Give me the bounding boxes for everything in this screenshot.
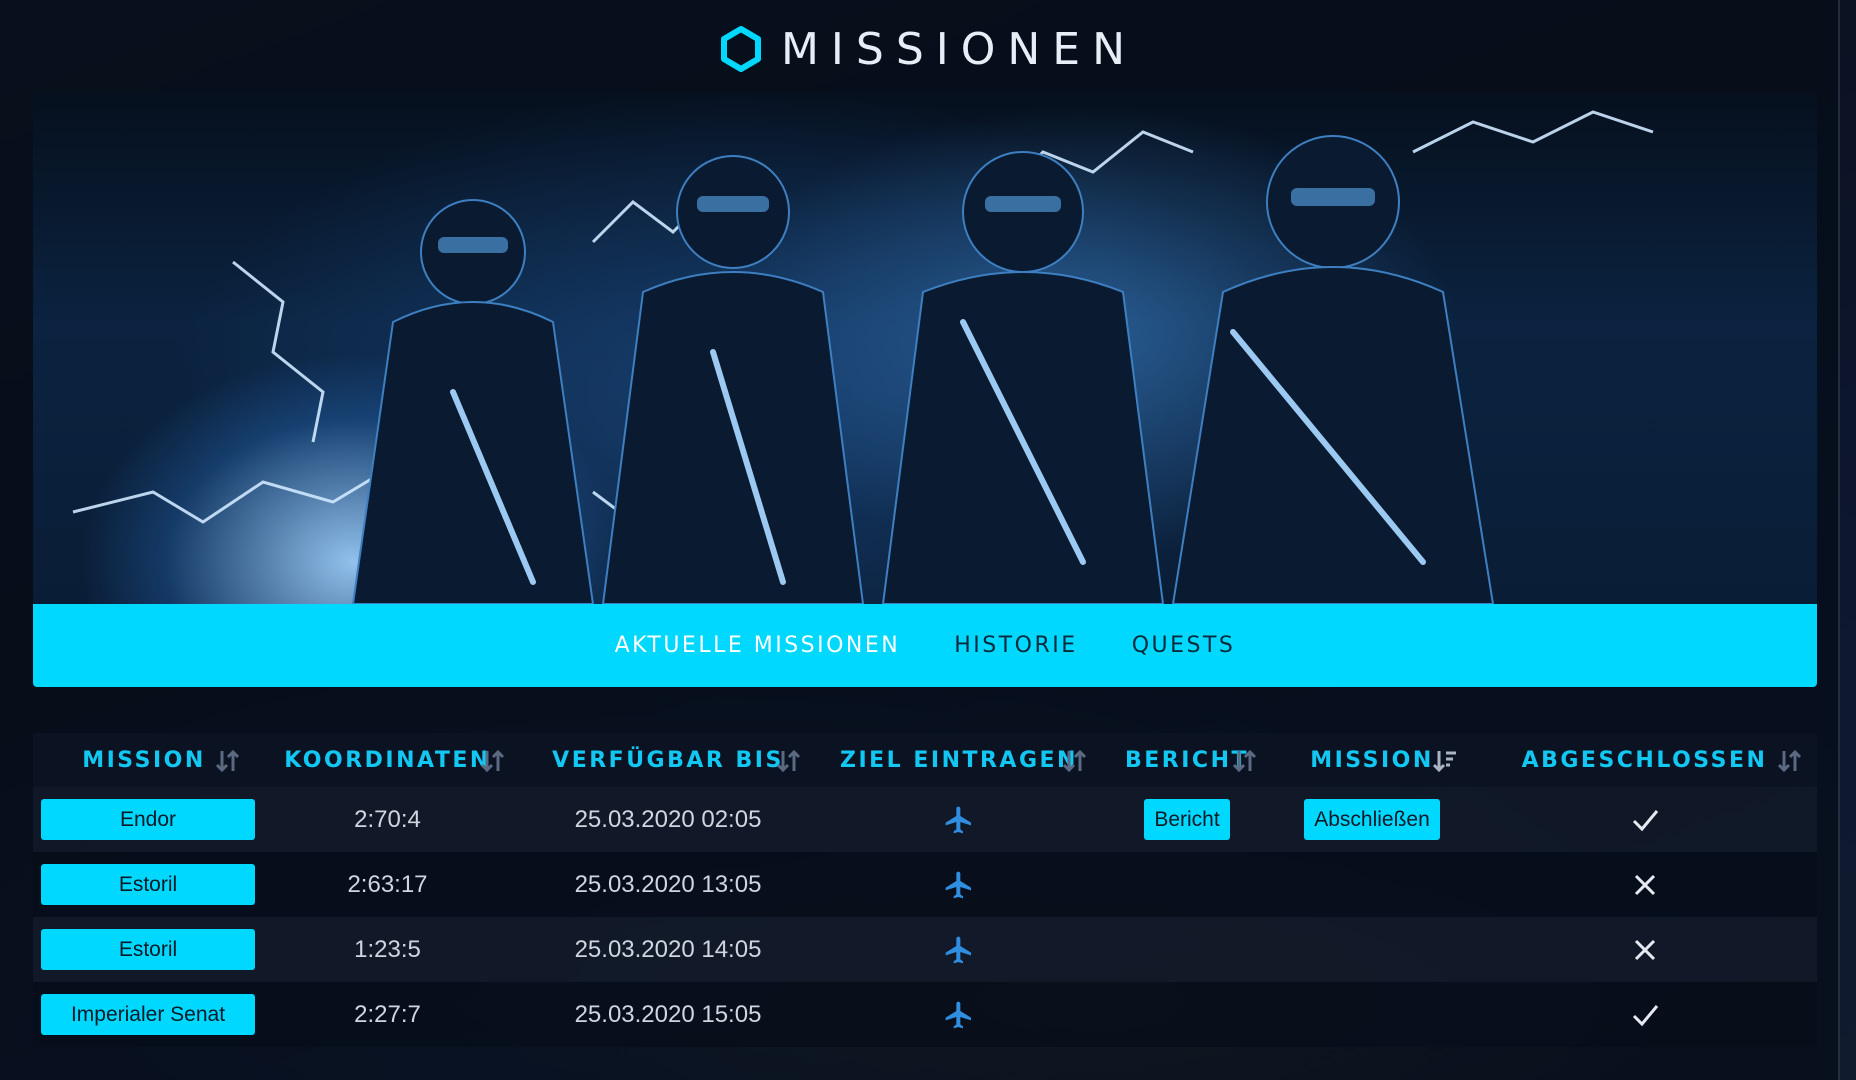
coordinates-cell: 2:70:4 — [354, 805, 421, 833]
column-label: MISSION — [82, 747, 206, 773]
column-header-mission[interactable]: MISSION — [33, 733, 255, 787]
tab-history[interactable]: HISTORIE — [954, 633, 1077, 658]
table-header: MISSION KOORDINATEN VERFÜGBAR BIS ZIEL E… — [33, 733, 1817, 787]
mission-cell: Endor — [33, 787, 255, 852]
action-cell — [1272, 852, 1472, 917]
column-header-report[interactable]: BERICHT — [1102, 733, 1272, 787]
column-header-mission-action[interactable]: MISSION — [1272, 733, 1472, 787]
column-header-coordinates[interactable]: KOORDINATEN — [255, 733, 520, 787]
completed-cell — [1472, 982, 1817, 1047]
available-until-cell: 25.03.2020 13:05 — [574, 870, 762, 898]
table-row: Endor 2:70:4 25.03.2020 02:05 Bericht Ab… — [33, 787, 1817, 852]
complete-mission-button[interactable]: Abschließen — [1304, 799, 1440, 840]
column-header-set-target[interactable]: ZIEL EINTRAGEN — [816, 733, 1102, 787]
page-header: MISSIONEN — [0, 18, 1856, 80]
airplane-icon[interactable] — [943, 869, 975, 901]
mission-name-button[interactable]: Endor — [41, 799, 255, 840]
tab-quests[interactable]: QUESTS — [1132, 633, 1236, 658]
page-title: MISSIONEN — [780, 23, 1138, 75]
cross-icon — [1634, 874, 1655, 895]
column-label: MISSION — [1310, 747, 1434, 773]
target-cell — [816, 787, 1102, 852]
target-cell — [816, 982, 1102, 1047]
sort-icon[interactable] — [1777, 748, 1803, 774]
mission-name-button[interactable]: Estoril — [41, 864, 255, 905]
airplane-icon[interactable] — [943, 934, 975, 966]
sort-desc-icon[interactable] — [1432, 748, 1458, 774]
missions-table: MISSION KOORDINATEN VERFÜGBAR BIS ZIEL E… — [33, 733, 1817, 1047]
table-row: Estoril 2:63:17 25.03.2020 13:05 — [33, 852, 1817, 917]
target-cell — [816, 917, 1102, 982]
coordinates-cell: 2:63:17 — [347, 870, 428, 898]
checkmark-icon — [1632, 809, 1658, 831]
mission-name-button[interactable]: Estoril — [41, 929, 255, 970]
action-cell — [1272, 917, 1472, 982]
sort-icon[interactable] — [215, 748, 241, 774]
checkmark-icon — [1632, 1004, 1658, 1026]
sort-icon[interactable] — [1232, 748, 1258, 774]
column-label: ZIEL EINTRAGEN — [840, 747, 1078, 773]
available-until-cell: 25.03.2020 14:05 — [574, 935, 762, 963]
available-until-cell: 25.03.2020 02:05 — [574, 805, 762, 833]
hexagon-icon — [720, 26, 761, 72]
mission-name-button[interactable]: Imperialer Senat — [41, 994, 255, 1035]
airplane-icon[interactable] — [943, 999, 975, 1031]
mission-cell: Estoril — [33, 852, 255, 917]
mission-cell: Estoril — [33, 917, 255, 982]
completed-cell — [1472, 852, 1817, 917]
coordinates-cell: 2:27:7 — [354, 1000, 421, 1028]
hero-banner — [33, 92, 1817, 604]
completed-cell — [1472, 917, 1817, 982]
report-cell: Bericht — [1102, 787, 1272, 852]
table-row: Estoril 1:23:5 25.03.2020 14:05 — [33, 917, 1817, 982]
column-label: KOORDINATEN — [284, 747, 491, 773]
report-cell — [1102, 982, 1272, 1047]
completed-cell — [1472, 787, 1817, 852]
column-label: ABGESCHLOSSEN — [1521, 747, 1768, 773]
target-cell — [816, 852, 1102, 917]
airplane-icon[interactable] — [943, 804, 975, 836]
mission-cell: Imperialer Senat — [33, 982, 255, 1047]
tab-bar: AKTUELLE MISSIONEN HISTORIE QUESTS — [33, 604, 1817, 687]
column-header-available-until[interactable]: VERFÜGBAR BIS — [520, 733, 816, 787]
report-button[interactable]: Bericht — [1144, 799, 1230, 840]
report-cell — [1102, 917, 1272, 982]
sort-icon[interactable] — [776, 748, 802, 774]
column-label: VERFÜGBAR BIS — [552, 747, 784, 773]
sort-icon[interactable] — [1062, 748, 1088, 774]
table-row: Imperialer Senat 2:27:7 25.03.2020 15:05 — [33, 982, 1817, 1047]
cross-icon — [1634, 939, 1655, 960]
action-cell — [1272, 982, 1472, 1047]
soldiers-illustration — [72, 110, 1654, 604]
coordinates-cell: 1:23:5 — [354, 935, 421, 963]
action-cell: Abschließen — [1272, 787, 1472, 852]
column-label: BERICHT — [1125, 747, 1249, 773]
report-cell — [1102, 852, 1272, 917]
tab-current-missions[interactable]: AKTUELLE MISSIONEN — [615, 633, 901, 658]
sort-icon[interactable] — [480, 748, 506, 774]
column-header-completed[interactable]: ABGESCHLOSSEN — [1472, 733, 1817, 787]
available-until-cell: 25.03.2020 15:05 — [574, 1000, 762, 1028]
